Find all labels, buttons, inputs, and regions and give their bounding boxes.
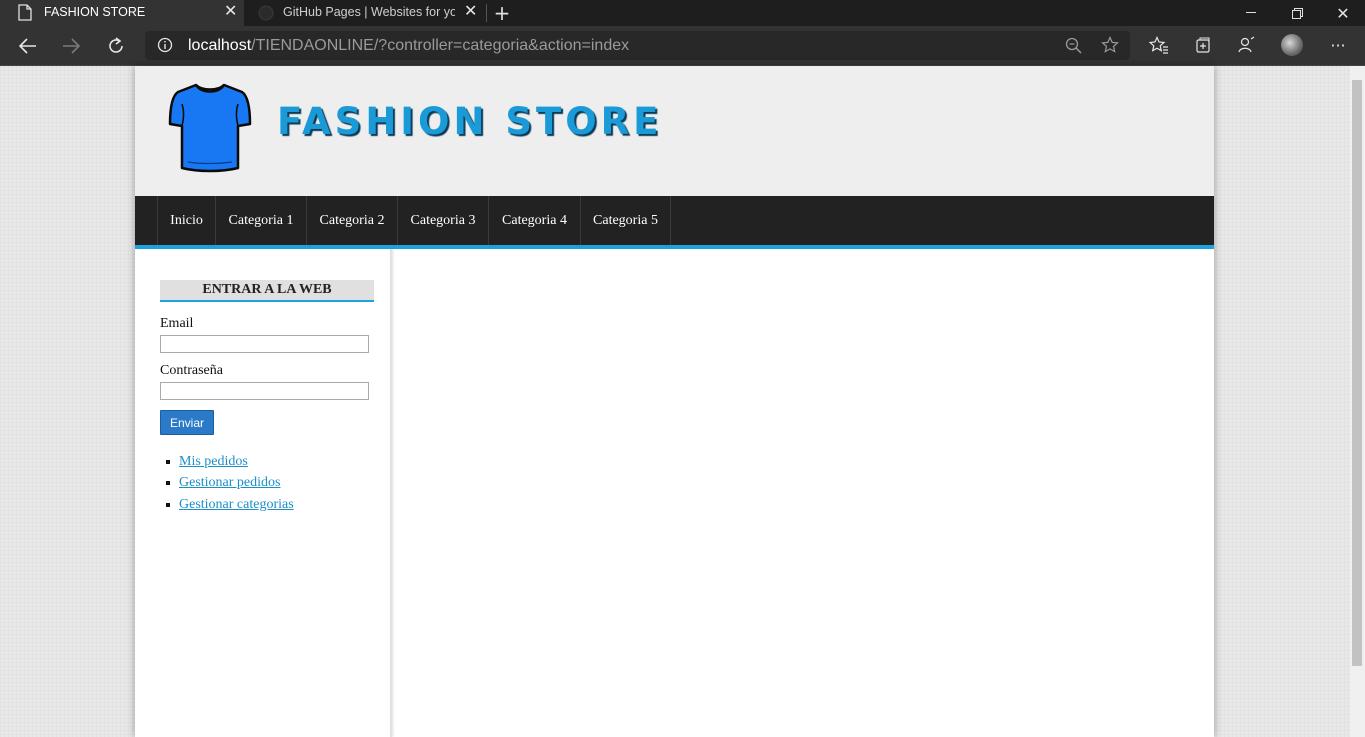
page-icon [18,4,32,24]
refresh-icon[interactable] [96,26,136,65]
nav-item-inicio[interactable]: Inicio [157,196,216,245]
more-icon[interactable]: ··· [1318,26,1358,65]
bullet [166,459,170,464]
tab-title: GitHub Pages | Websites for you [283,5,455,19]
brand-title[interactable]: FASHION STORE [277,100,662,143]
list-item: Gestionar pedidos [160,473,294,495]
email-field[interactable] [160,335,369,353]
url-text[interactable]: localhost/TIENDAONLINE/?controller=categ… [188,31,629,60]
tshirt-icon[interactable] [168,82,252,179]
forward-arrow-icon[interactable] [51,26,91,65]
nav-item-categoria-3[interactable]: Categoria 3 [397,196,489,245]
email-label: Email [160,316,194,331]
nav-item-categoria-5[interactable]: Categoria 5 [580,196,671,245]
nav-item-categoria-1[interactable]: Categoria 1 [215,196,307,245]
url-path: /TIENDAONLINE/?controller=categoria&acti… [251,37,630,54]
sidebar-divider [390,249,392,737]
read-aloud-icon[interactable] [1237,36,1255,59]
close-window-icon[interactable]: ✕ [1321,0,1365,26]
gestionar-pedidos-link[interactable]: Gestionar pedidos [179,475,280,491]
tab-github-pages[interactable]: GitHub Pages | Websites for you ✕ [246,0,482,26]
tab-title: FASHION STORE [44,5,146,19]
gestionar-categorias-link[interactable]: Gestionar categorias [179,497,294,513]
restore-icon[interactable] [1275,0,1319,26]
password-field[interactable] [160,382,369,400]
star-icon[interactable] [1101,36,1119,59]
favorites-icon[interactable] [1148,36,1169,59]
tab-fashion-store[interactable]: FASHION STORE ✕ [0,0,244,26]
info-icon[interactable] [157,37,173,58]
github-icon [258,5,274,24]
close-tab-icon[interactable]: ✕ [464,4,477,20]
avatar[interactable] [1281,34,1303,56]
list-item: Mis pedidos [160,451,294,473]
submit-button[interactable]: Enviar [160,410,214,435]
user-menu: Mis pedidos Gestionar pedidos Gestionar … [160,451,294,516]
nav-item-categoria-4[interactable]: Categoria 4 [488,196,581,245]
password-label: Contraseña [160,363,223,378]
back-arrow-icon[interactable] [8,26,48,65]
bullet [166,481,170,486]
mis-pedidos-link[interactable]: Mis pedidos [179,454,248,470]
url-host: localhost [188,37,252,54]
bullet [166,502,170,507]
new-tab-icon[interactable]: + [480,0,524,26]
nav-item-categoria-2[interactable]: Categoria 2 [306,196,398,245]
login-title: ENTRAR A LA WEB [160,280,374,302]
zoom-icon[interactable] [1065,37,1083,60]
collections-icon[interactable] [1194,37,1212,60]
list-item: Gestionar categorias [160,494,294,516]
scrollbar-thumb[interactable] [1352,80,1362,666]
minimize-icon[interactable] [1229,0,1273,26]
close-tab-icon[interactable]: ✕ [224,4,237,20]
